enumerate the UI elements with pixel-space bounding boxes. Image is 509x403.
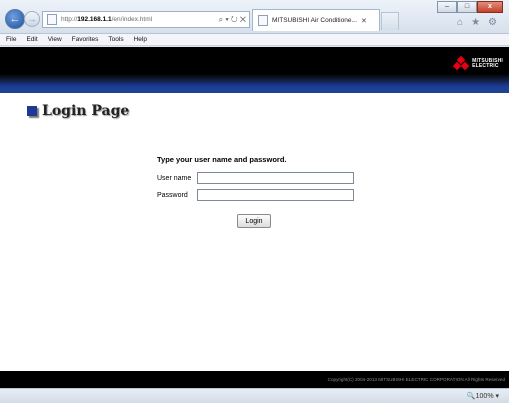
login-form: Type your user name and password. User n… [157, 155, 354, 228]
tab-label: MITSUBISHI Air Conditione... [272, 17, 357, 24]
address-bar[interactable]: http://192.168.1.1/en/index.html ⌕ ▾ ↻ ✕ [42, 11, 250, 28]
forward-arrow-icon: → [27, 14, 37, 24]
forward-button[interactable]: → [24, 11, 40, 27]
settings-gear-icon[interactable]: ⚙ [488, 17, 497, 28]
three-diamonds-icon [452, 55, 470, 71]
close-window-button[interactable]: x [477, 1, 503, 13]
footer: Copyright(C) 2004-2013 MITSUBISHI ELECTR… [0, 371, 509, 388]
title-square-icon [27, 106, 37, 116]
browser-title-bar: ← → http://192.168.1.1/en/index.html ⌕ ▾… [0, 0, 509, 34]
page-viewport: MITSUBISHI ELECTRIC Login Page Type your… [0, 47, 509, 388]
brand-text: MITSUBISHI ELECTRIC [472, 57, 503, 69]
username-label: User name [157, 174, 192, 182]
password-input[interactable] [197, 189, 354, 201]
tab-mitsubishi[interactable]: MITSUBISHI Air Conditione... ✕ [252, 9, 380, 31]
favorites-star-icon[interactable]: ★ [471, 17, 480, 28]
back-arrow-icon: ← [9, 13, 21, 25]
menu-favorites[interactable]: Favorites [72, 36, 99, 43]
menu-bar: File Edit View Favorites Tools Help [0, 34, 509, 46]
password-label: Password [157, 191, 188, 199]
copyright-text: Copyright(C) 2004-2013 MITSUBISHI ELECTR… [327, 377, 505, 382]
page-icon [47, 14, 57, 25]
username-input[interactable] [197, 172, 354, 184]
status-bar: 🔍100% ▾ [0, 388, 509, 403]
back-button[interactable]: ← [5, 9, 25, 29]
menu-view[interactable]: View [48, 36, 62, 43]
menu-help[interactable]: Help [134, 36, 147, 43]
zoom-control[interactable]: 🔍100% ▾ [467, 392, 499, 400]
tab-page-icon [258, 15, 268, 26]
toolbar-icons: ⌂ ★ ⚙ [457, 17, 497, 28]
tab-close-icon[interactable]: ✕ [361, 17, 367, 25]
address-tools-icons[interactable]: ⌕ ▾ ↻ ✕ [219, 15, 246, 25]
home-icon[interactable]: ⌂ [457, 17, 463, 28]
page-title: Login Page [27, 103, 129, 119]
page-title-text: Login Page [42, 103, 130, 119]
login-prompt: Type your user name and password. [157, 155, 287, 164]
password-row: Password [157, 189, 354, 201]
menu-file[interactable]: File [6, 36, 16, 43]
window-controls: – □ x [437, 1, 503, 13]
header-banner: MITSUBISHI ELECTRIC [0, 47, 509, 93]
minimize-button[interactable]: – [437, 1, 457, 13]
menu-tools[interactable]: Tools [108, 36, 123, 43]
new-tab-button[interactable] [381, 12, 399, 30]
menu-edit[interactable]: Edit [26, 36, 37, 43]
maximize-button[interactable]: □ [457, 1, 477, 13]
address-url[interactable]: http://192.168.1.1/en/index.html [61, 16, 152, 23]
mitsubishi-logo: MITSUBISHI ELECTRIC [452, 55, 503, 71]
login-button[interactable]: Login [237, 214, 271, 228]
username-row: User name [157, 172, 354, 184]
